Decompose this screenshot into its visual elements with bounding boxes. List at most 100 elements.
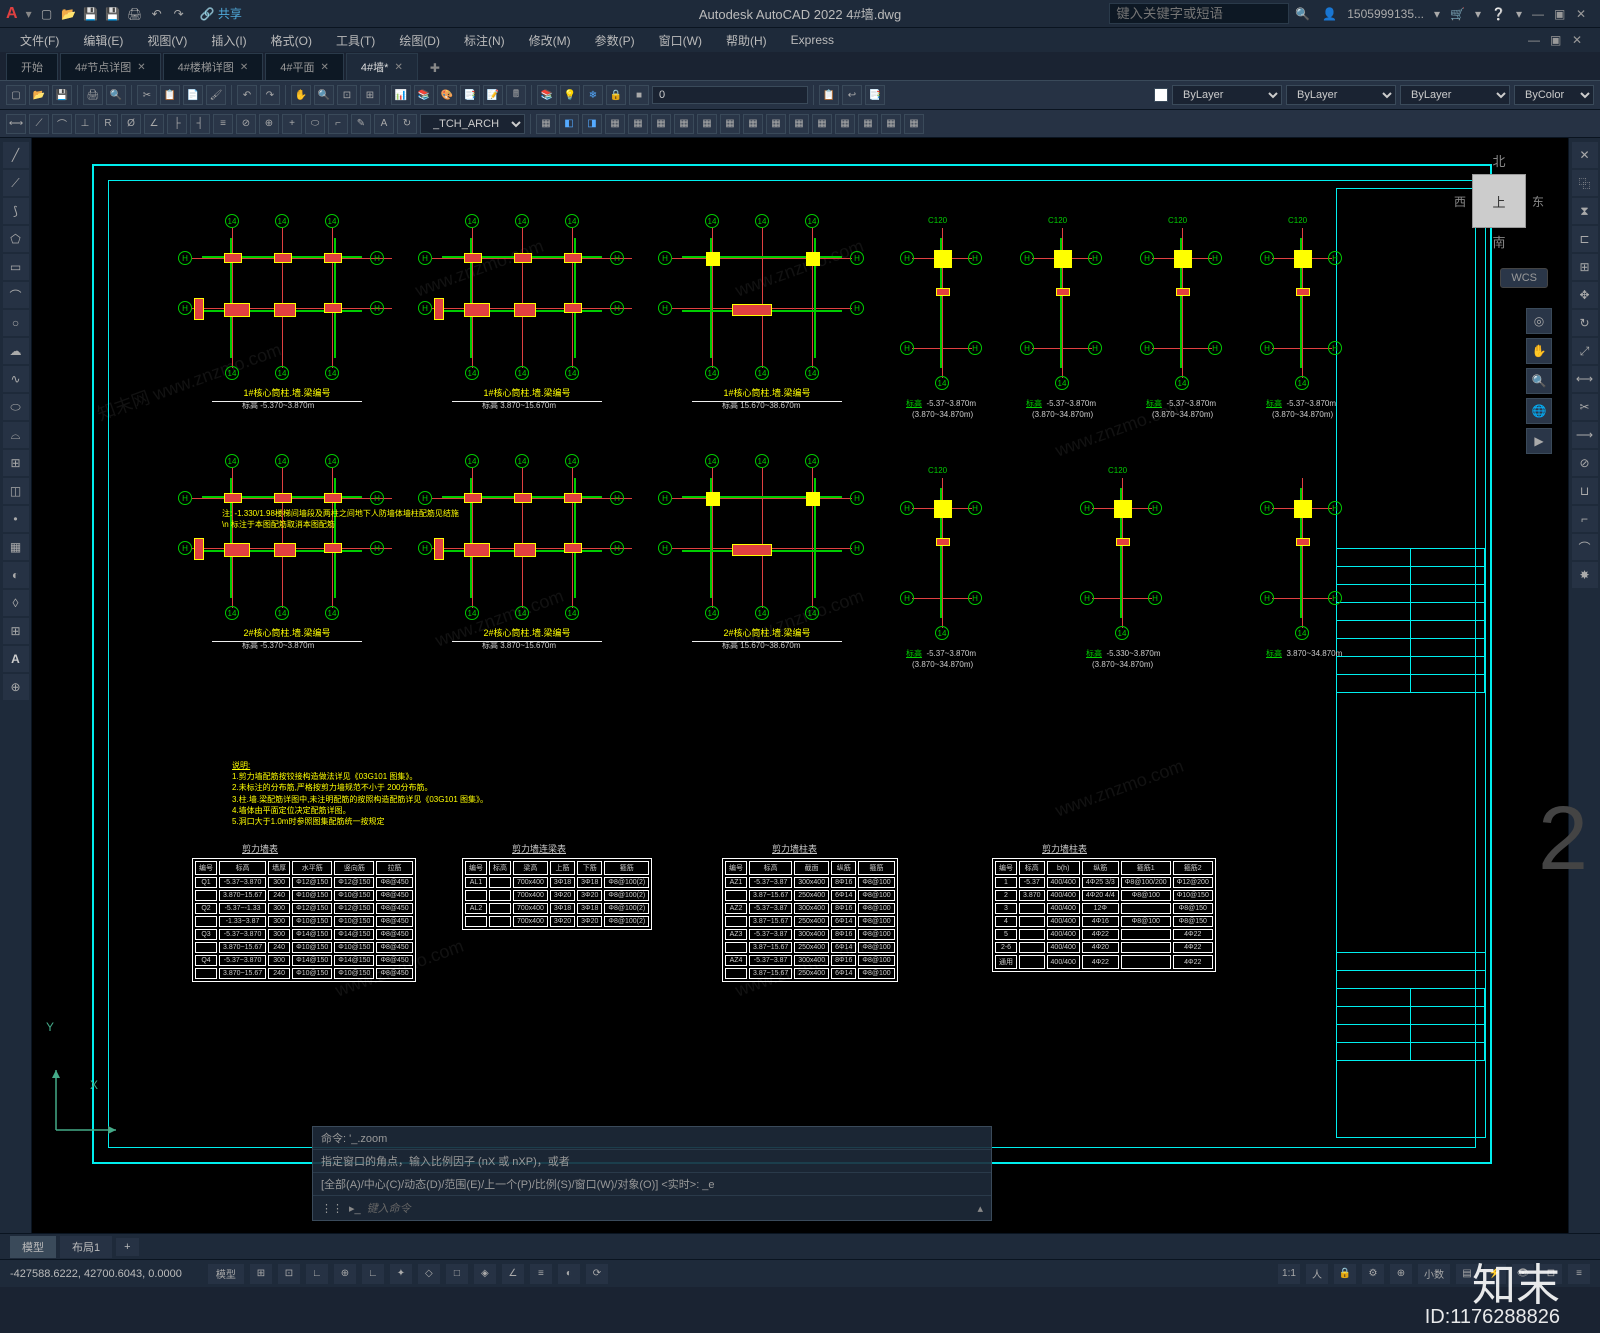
plotstyle-combo[interactable]: ByColor [1514, 85, 1594, 105]
cart-icon[interactable]: 🛒 [1450, 7, 1465, 21]
orbit-icon[interactable]: 🌐 [1526, 398, 1552, 424]
layerfreeze-icon[interactable]: ❄ [583, 85, 603, 105]
annoauto-icon[interactable]: 🔒 [1334, 1264, 1356, 1284]
search-input[interactable] [1109, 3, 1289, 24]
cycle-icon[interactable]: ⟳ [586, 1264, 608, 1284]
color-swatch[interactable] [1154, 88, 1168, 102]
new-icon[interactable]: ▢ [38, 5, 56, 23]
save-icon[interactable]: 💾 [82, 5, 100, 23]
tolerance-icon[interactable]: ⊕ [259, 114, 279, 134]
doc-min-icon[interactable]: — [1528, 33, 1546, 47]
tch7-icon[interactable]: ▦ [674, 114, 694, 134]
copy-icon[interactable]: ⿻ [1572, 170, 1598, 196]
annovisib-icon[interactable]: 人 [1306, 1264, 1328, 1284]
table-icon[interactable]: ⊞ [3, 618, 29, 644]
markup-icon[interactable]: 📝 [483, 85, 503, 105]
fillet-icon[interactable]: ⌒ [1572, 534, 1598, 560]
circle-icon[interactable]: ○ [3, 310, 29, 336]
tch4-icon[interactable]: ▦ [605, 114, 625, 134]
dim-space-icon[interactable]: ≡ [213, 114, 233, 134]
snap-icon[interactable]: ⊡ [278, 1264, 300, 1284]
tch13-icon[interactable]: ▦ [812, 114, 832, 134]
lineweight-combo[interactable]: ByLayer [1400, 85, 1510, 105]
join-icon[interactable]: ⊔ [1572, 478, 1598, 504]
tab-close-icon[interactable]: ✕ [240, 62, 248, 73]
stretch-icon[interactable]: ⟷ [1572, 366, 1598, 392]
dim-cont-icon[interactable]: ┤ [190, 114, 210, 134]
dynamic-icon[interactable]: ⊕ [334, 1264, 356, 1284]
ws-icon[interactable]: ⚙ [1362, 1264, 1384, 1284]
tab-file3[interactable]: 4#平面✕ [265, 53, 344, 80]
help-icon[interactable]: ❔ [1491, 7, 1506, 21]
designctr-icon[interactable]: 📚 [414, 85, 434, 105]
saveas-icon[interactable]: 💾 [104, 5, 122, 23]
layerlock-icon[interactable]: 🔒 [606, 85, 626, 105]
tch10-icon[interactable]: ▦ [743, 114, 763, 134]
layout-add-icon[interactable]: + [116, 1238, 138, 1256]
3dosnap-icon[interactable]: ◈ [474, 1264, 496, 1284]
dim-jog-icon[interactable]: ⌐ [328, 114, 348, 134]
share-button[interactable]: 🔗 共享 [200, 5, 242, 22]
break-icon[interactable]: ⊘ [1572, 450, 1598, 476]
layer-num[interactable] [652, 86, 808, 104]
tab-file4[interactable]: 4#墙*✕ [346, 53, 418, 80]
layermgr-icon[interactable]: 📋 [819, 85, 839, 105]
toolpal-icon[interactable]: 🎨 [437, 85, 457, 105]
menu-help[interactable]: 帮助(H) [716, 30, 777, 51]
tab-close-icon[interactable]: ✕ [137, 62, 145, 73]
tch8-icon[interactable]: ▦ [697, 114, 717, 134]
dim-ord-icon[interactable]: ⊥ [75, 114, 95, 134]
gradient-icon[interactable]: ◐ [3, 562, 29, 588]
open-icon[interactable]: 📂 [29, 85, 49, 105]
doc-max-icon[interactable]: ▣ [1550, 33, 1568, 47]
coords-display[interactable]: -427588.6222, 42700.6043, 0.0000 [10, 1268, 182, 1280]
plot-icon[interactable]: 🖨 [126, 5, 144, 23]
dim-insp-icon[interactable]: ⬭ [305, 114, 325, 134]
explode-icon[interactable]: ✸ [1572, 562, 1598, 588]
linetype-combo[interactable]: ByLayer [1286, 85, 1396, 105]
grid-icon[interactable]: ⊞ [250, 1264, 272, 1284]
command-input[interactable]: 键入命令 [367, 1200, 972, 1216]
dim-break-icon[interactable]: ⊘ [236, 114, 256, 134]
tch17-icon[interactable]: ▦ [904, 114, 924, 134]
tch3-icon[interactable]: ◨ [582, 114, 602, 134]
dim-linear-icon[interactable]: ⟷ [6, 114, 26, 134]
command-window[interactable]: 命令: '_.zoom 指定窗口的角点，输入比例因子 (nX 或 nXP)，或者… [312, 1126, 992, 1221]
rect-icon[interactable]: ▭ [3, 254, 29, 280]
tch16-icon[interactable]: ▦ [881, 114, 901, 134]
custom-icon[interactable]: ≡ [1568, 1264, 1590, 1284]
menu-param[interactable]: 参数(P) [585, 30, 645, 51]
dim-dia-icon[interactable]: Ø [121, 114, 141, 134]
erase-icon[interactable]: ✕ [1572, 142, 1598, 168]
tch5-icon[interactable]: ▦ [628, 114, 648, 134]
navwheel-icon[interactable]: ◎ [1526, 308, 1552, 334]
layer-icon[interactable]: 📚 [537, 85, 557, 105]
polygon-icon[interactable]: ⬠ [3, 226, 29, 252]
trim-icon[interactable]: ✂ [1572, 394, 1598, 420]
addsel-icon[interactable]: ⊕ [3, 674, 29, 700]
move-icon[interactable]: ✥ [1572, 282, 1598, 308]
dim-tedit-icon[interactable]: A [374, 114, 394, 134]
infer-icon[interactable]: ∟ [306, 1264, 328, 1284]
dim-aligned-icon[interactable]: ⟋ [29, 114, 49, 134]
redo-icon[interactable]: ↷ [260, 85, 280, 105]
array-icon[interactable]: ⊞ [1572, 254, 1598, 280]
tch6-icon[interactable]: ▦ [651, 114, 671, 134]
tab-file2[interactable]: 4#楼梯详图✕ [163, 53, 264, 80]
menu-format[interactable]: 格式(O) [261, 30, 322, 51]
point-icon[interactable]: • [3, 506, 29, 532]
insert-icon[interactable]: ⊞ [3, 450, 29, 476]
line-icon[interactable]: ╱ [3, 142, 29, 168]
tab-add-icon[interactable]: ✚ [420, 56, 450, 80]
centermark-icon[interactable]: + [282, 114, 302, 134]
wcs-label[interactable]: WCS [1500, 268, 1548, 288]
layerstate-icon[interactable]: 📑 [865, 85, 885, 105]
menu-window[interactable]: 窗口(W) [649, 30, 712, 51]
spline-icon[interactable]: ∿ [3, 366, 29, 392]
extend-icon[interactable]: ⟶ [1572, 422, 1598, 448]
tab-file1[interactable]: 4#节点详图✕ [60, 53, 161, 80]
pan-icon[interactable]: ✋ [1526, 338, 1552, 364]
preview-icon[interactable]: 🔍 [106, 85, 126, 105]
tab-close-icon[interactable]: ✕ [321, 62, 329, 73]
print-icon[interactable]: 🖨 [83, 85, 103, 105]
